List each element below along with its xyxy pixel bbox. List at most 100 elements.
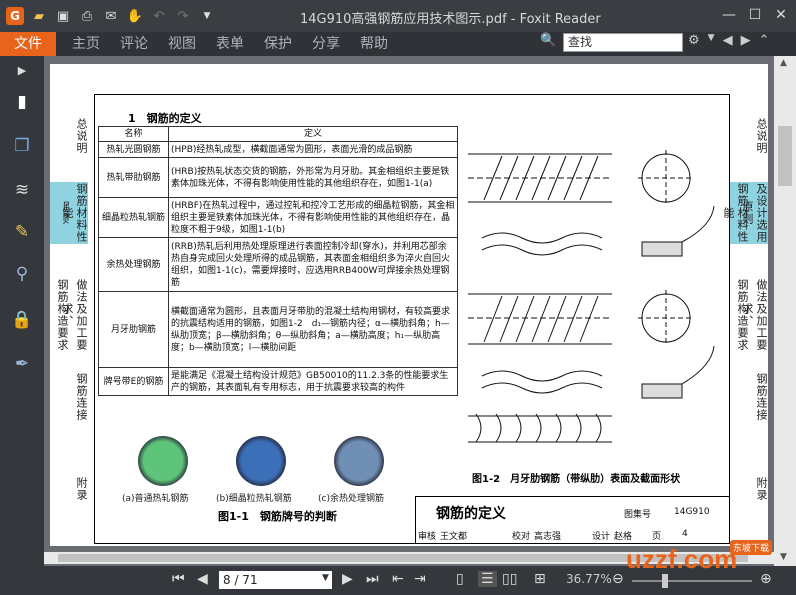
print-icon[interactable]: ⎙ xyxy=(78,7,96,25)
column-header: 名称 xyxy=(98,126,169,142)
tab-help[interactable]: 帮助 xyxy=(350,32,398,56)
steel-cross-section-photo-a xyxy=(138,436,188,486)
pages-icon[interactable]: ❐ xyxy=(10,134,34,158)
tab-protect[interactable]: 保护 xyxy=(254,32,302,56)
page-number-field[interactable]: 8 / 71 xyxy=(219,571,332,589)
continuous-facing-icon[interactable]: ⊞ xyxy=(534,571,546,587)
side-tab-right-connection: 钢筋连接 xyxy=(755,373,768,421)
atlas-number: 14G910 xyxy=(674,507,710,517)
previous-view-icon[interactable]: ⇤ xyxy=(392,571,404,587)
title-block-main: 钢筋的定义 xyxy=(436,506,506,522)
table-row: 余热处理钢筋 (RRB)热轧后利用热处理原理进行表面控制冷却(穿水)，并利用芯部… xyxy=(98,237,458,292)
window-controls: — ☐ ✕ xyxy=(716,4,794,26)
next-page-icon[interactable]: ▶ xyxy=(342,571,353,587)
first-page-icon[interactable]: ⏮ xyxy=(172,571,185,587)
side-tab-left-connection: 钢筋连接 xyxy=(75,373,88,421)
steel-cross-section-photo-c xyxy=(334,436,384,486)
review-name: 王文都 xyxy=(440,532,468,542)
side-tab-right-design: 及设计选用原则 xyxy=(741,182,768,244)
layers-icon[interactable]: ≋ xyxy=(10,178,34,202)
tab-comment[interactable]: 评论 xyxy=(110,32,158,56)
tab-form[interactable]: 表单 xyxy=(206,32,254,56)
scroll-up-icon[interactable]: ▲ xyxy=(780,58,787,68)
find-folder-icon[interactable]: 🔍 xyxy=(540,33,558,51)
hand-tool-icon[interactable]: ✋ xyxy=(126,7,144,25)
photo-caption-a: (a)普通热轧钢筋 xyxy=(122,494,189,504)
vertical-scrollbar[interactable]: ▲ ▼ xyxy=(774,56,796,566)
signature-icon[interactable]: ✒ xyxy=(10,352,34,376)
column-header: 定义 xyxy=(168,126,458,142)
photo-caption-c: (c)余热处理钢筋 xyxy=(318,494,384,504)
last-page-icon[interactable]: ⏭ xyxy=(366,571,379,587)
document-viewport[interactable]: 总说明 及设计选用原则 钢筋材料性能 钢筋构造要求 做法及加工要求、 钢筋连接 … xyxy=(44,56,774,566)
pdf-page: 总说明 及设计选用原则 钢筋材料性能 钢筋构造要求 做法及加工要求、 钢筋连接 … xyxy=(50,64,768,546)
zoom-slider[interactable] xyxy=(632,580,752,582)
review-label: 审核 xyxy=(418,532,437,542)
search-input[interactable]: 查找 xyxy=(563,33,683,52)
figure-2-title: 图1-2 月牙肋钢筋（带纵肋）表面及截面形状 xyxy=(472,474,681,485)
app-logo-icon[interactable]: G xyxy=(6,7,24,25)
table-cell-def: 是能满足《混凝土结构设计规范》GB50010的11.2.3条的性能要求生产的钢筋… xyxy=(168,367,458,396)
redo-icon[interactable]: ↷ xyxy=(174,7,192,25)
table-cell-name: 牌号带E的钢筋 xyxy=(98,367,169,396)
figure-1-title: 图1-1 钢筋牌号的判断 xyxy=(218,510,337,523)
table-cell-name: 热轧带肋钢筋 xyxy=(98,157,169,198)
save-icon[interactable]: ▣ xyxy=(54,7,72,25)
scrollbar-thumb[interactable] xyxy=(778,126,792,186)
photo-caption-b: (b)细晶粒热轧钢筋 xyxy=(216,494,292,504)
tab-file[interactable]: 文件 xyxy=(0,32,56,56)
check-name: 高志强 xyxy=(534,532,562,542)
settings-dropdown-icon[interactable]: ▼ xyxy=(708,33,715,48)
table-row: 细晶粒热轧钢筋 (HRBF)在热轧过程中，通过控轧和控冷工艺形成的细晶粒钢筋，其… xyxy=(98,197,458,238)
expand-panel-icon[interactable]: ▶ xyxy=(10,58,34,82)
minimize-button[interactable]: — xyxy=(716,4,742,26)
table-row: 月牙肋钢筋 横截面通常为圆形，且表面月牙带肋的混凝土结构用钢材，有较高要求的抗震… xyxy=(98,291,458,368)
page-thumbnail-icon[interactable]: ▮ xyxy=(10,90,34,114)
window-title: 14G910高强钢筋应用技术图示.pdf - Foxit Reader xyxy=(300,12,601,27)
email-icon[interactable]: ✉ xyxy=(102,7,120,25)
side-tab-left-processing: 做法及加工要求、 xyxy=(61,279,88,351)
facing-page-icon[interactable]: ▯▯ xyxy=(502,571,517,587)
table-cell-def: (HRBF)在热轧过程中，通过控轧和控冷工艺形成的细晶粒钢筋，其金相组织主要是铁… xyxy=(168,197,458,238)
close-button[interactable]: ✕ xyxy=(768,4,794,26)
table-cell-name: 细晶粒热轧钢筋 xyxy=(98,197,169,238)
prev-arrow-icon[interactable]: ◀ xyxy=(723,33,733,48)
table-row: 牌号带E的钢筋 是能满足《混凝土结构设计规范》GB50010的11.2.3条的性… xyxy=(98,367,458,396)
table-cell-def: (RRB)热轧后利用热处理原理进行表面控制冷却(穿水)，并利用芯部余热自身完成回… xyxy=(168,237,458,292)
section-title: 1 钢筋的定义 xyxy=(128,112,202,125)
side-tab-right-appendix: 附录 xyxy=(755,477,768,501)
settings-gear-icon[interactable]: ⚙ xyxy=(688,33,700,48)
tab-share[interactable]: 分享 xyxy=(302,32,350,56)
check-label: 校对 xyxy=(512,532,531,542)
ribbon-collapse-icon[interactable]: ⌃ xyxy=(759,33,770,48)
prev-page-icon[interactable]: ◀ xyxy=(197,571,208,587)
watermark-badge: 东坡下载 xyxy=(730,540,773,555)
drawing-title-block: 钢筋的定义 图集号 14G910 审核 王文都 校对 高志强 设计 赵格 页 4 xyxy=(415,496,730,544)
navigation-panel: ▶ ▮ ❐ ≋ ✎ ⚲ 🔒 ✒ xyxy=(0,56,44,566)
comments-icon[interactable]: ✎ xyxy=(10,220,34,244)
table-cell-def: 横截面通常为圆形，且表面月牙带肋的混凝土结构用钢材，有较高要求的抗震结构适用的钢… xyxy=(168,291,458,368)
side-tab-right-general: 总说明 xyxy=(755,118,768,154)
tab-home[interactable]: 主页 xyxy=(62,32,110,56)
open-folder-icon[interactable]: ▰ xyxy=(30,7,48,25)
continuous-page-icon[interactable]: ☰ xyxy=(478,571,497,587)
security-lock-icon[interactable]: 🔒 xyxy=(10,308,34,332)
undo-icon[interactable]: ↶ xyxy=(150,7,168,25)
next-view-icon[interactable]: ⇥ xyxy=(414,571,426,587)
page-dropdown-icon[interactable]: ▼ xyxy=(322,573,329,583)
title-bar: G ▰ ▣ ⎙ ✉ ✋ ↶ ↷ ▼ 14G910高强钢筋应用技术图示.pdf -… xyxy=(0,0,796,32)
table-row: 热轧光圆钢筋 (HPB)经热轧成型，横截面通常为圆形，表面光滑的成品钢筋 xyxy=(98,141,458,158)
side-tab-right-processing: 做法及加工要求、 xyxy=(741,279,768,351)
customize-dropdown-icon[interactable]: ▼ xyxy=(198,7,216,25)
single-page-icon[interactable]: ▯ xyxy=(456,571,464,587)
maximize-button[interactable]: ☐ xyxy=(742,4,768,26)
right-toolbar: ⚙ ▼ ◀ ▶ ⌃ xyxy=(688,33,769,48)
attachments-icon[interactable]: ⚲ xyxy=(10,262,34,286)
design-label: 设计 xyxy=(592,532,611,542)
next-arrow-icon[interactable]: ▶ xyxy=(741,33,751,48)
table-cell-name: 余热处理钢筋 xyxy=(98,237,169,292)
quick-access-toolbar: G ▰ ▣ ⎙ ✉ ✋ ↶ ↷ ▼ xyxy=(6,7,216,25)
tab-view[interactable]: 视图 xyxy=(158,32,206,56)
site-watermark: uzzf.com 东坡下载 xyxy=(612,538,790,578)
side-tab-left-appendix: 附录 xyxy=(75,477,88,501)
